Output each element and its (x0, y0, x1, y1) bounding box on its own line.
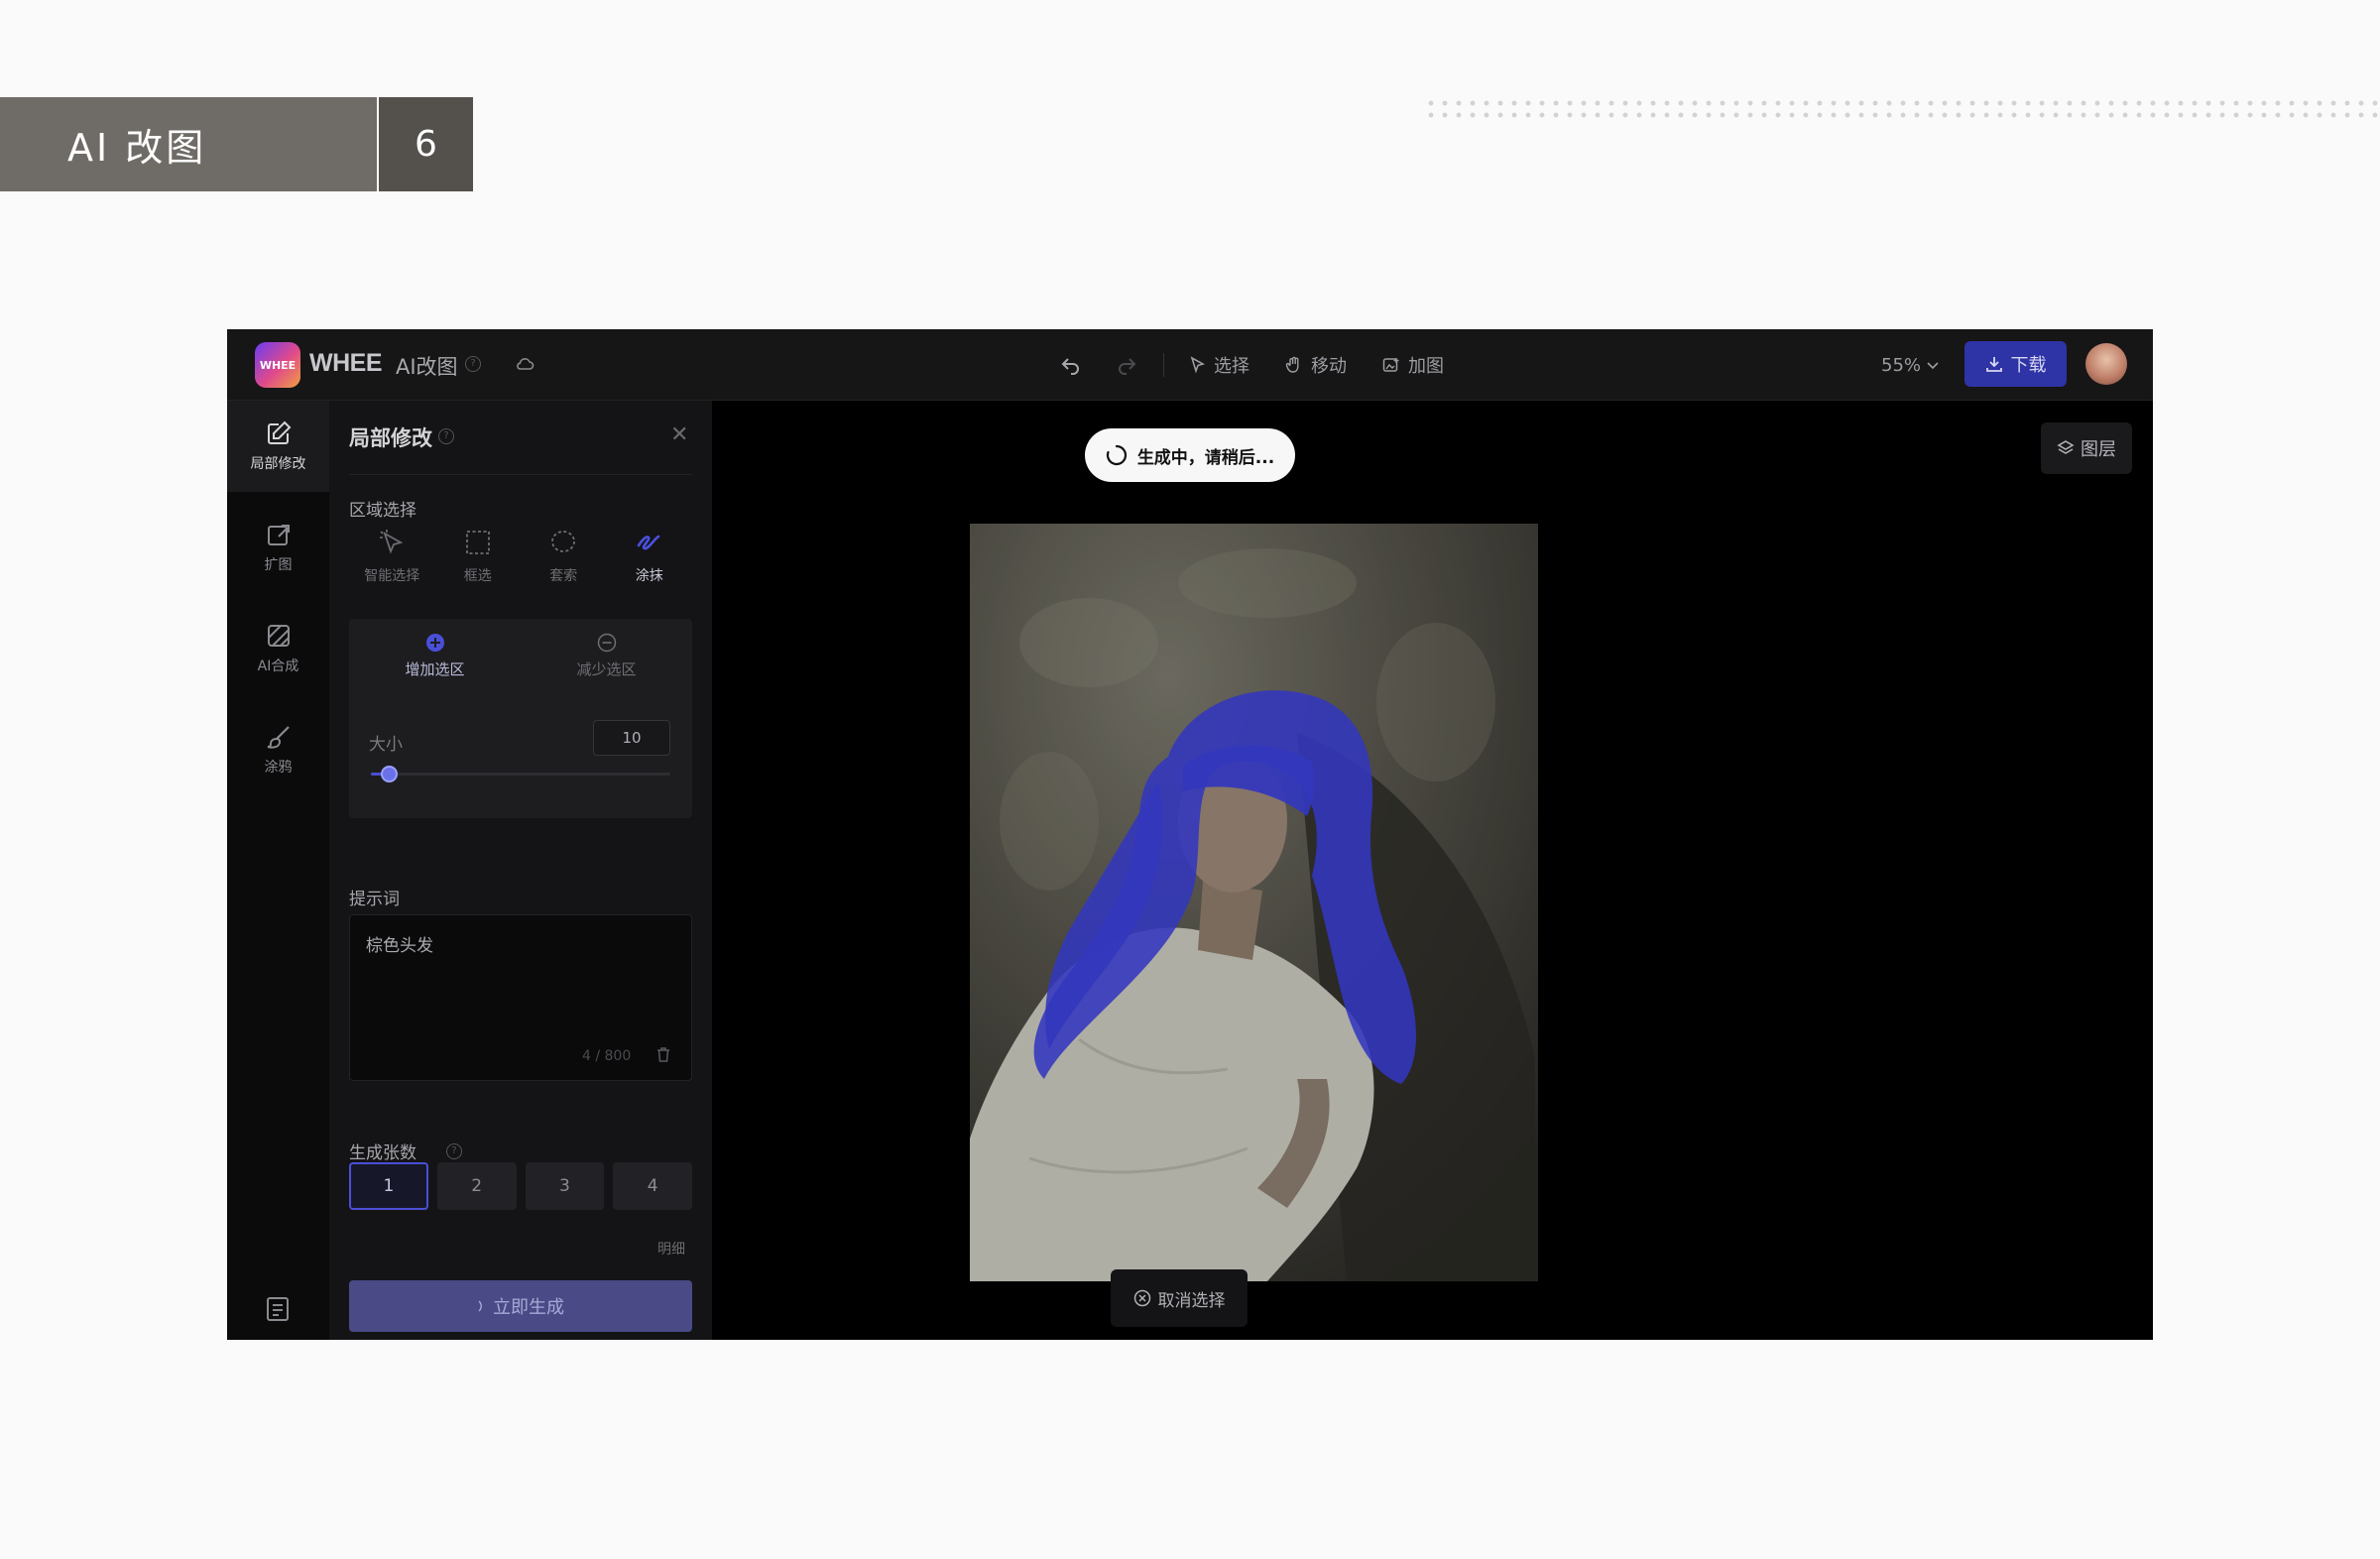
tool-rail: 局部修改 扩图 AI合成 涂鸦 (227, 401, 329, 1340)
top-bar: WHEE WHEE AI改图 ? 选择 移动 加图 55% 下载 (227, 329, 2153, 401)
local-edit-panel: 局部修改 ? ✕ 区域选择 智能选择 框选 套索 涂抹 增加选区 减少选区 大小… (329, 401, 712, 1340)
slide-title-tag: AI 改图 (0, 97, 377, 191)
move-tool-button[interactable]: 移动 (1285, 352, 1347, 378)
count-option[interactable]: 3 (525, 1162, 605, 1210)
slide-page-number: 6 (379, 97, 473, 191)
slider-handle[interactable] (381, 766, 399, 782)
layers-icon (2057, 440, 2075, 454)
tool-paint[interactable]: 涂抹 (607, 528, 693, 593)
loading-spinner-icon (1106, 444, 1127, 466)
reduce-region-button[interactable]: 减少选区 (521, 633, 692, 679)
layers-button[interactable]: 图层 (2041, 422, 2132, 474)
notes-icon[interactable] (265, 1295, 291, 1323)
close-icon[interactable]: ✕ (670, 422, 688, 447)
rail-item-doodle[interactable]: 涂鸦 (227, 704, 329, 795)
toolbar-divider (1163, 353, 1164, 377)
slide-title: AI 改图 (67, 126, 207, 170)
cloud-icon[interactable] (515, 356, 535, 372)
photo-illustration (970, 524, 1538, 1281)
select-tool-button[interactable]: 选择 (1190, 352, 1250, 378)
spark-icon (478, 1300, 482, 1312)
count-option[interactable]: 2 (436, 1162, 517, 1210)
app-logo[interactable]: WHEE (255, 342, 300, 388)
prompt-label: 提示词 (349, 890, 400, 909)
compose-icon (267, 625, 290, 647)
help-icon[interactable]: ? (465, 356, 481, 372)
panel-title: 局部修改 (349, 426, 432, 450)
prompt-text: 棕色头发 (366, 936, 433, 956)
selection-options-box: 增加选区 减少选区 大小 10 (349, 619, 692, 818)
brush-icon (267, 726, 290, 749)
user-avatar[interactable] (2085, 343, 2127, 385)
image-add-icon (1382, 358, 1399, 372)
count-option[interactable]: 1 (349, 1162, 428, 1210)
lasso-icon (551, 531, 576, 552)
decorative-dots (1424, 97, 2380, 119)
edited-photo[interactable] (970, 524, 1538, 1281)
brush-size-slider[interactable] (371, 766, 670, 782)
tool-rect-select[interactable]: 框选 (435, 528, 522, 593)
tool-lasso[interactable]: 套索 (521, 528, 607, 593)
help-icon[interactable]: ? (446, 1143, 462, 1159)
expand-icon (267, 525, 290, 545)
generate-button[interactable]: 立即生成 (349, 1280, 692, 1332)
image-count-selector: 1 2 3 4 (349, 1162, 693, 1210)
detail-link[interactable]: 明细 (657, 1239, 685, 1259)
undo-icon[interactable] (1060, 354, 1082, 376)
selection-tools: 智能选择 框选 套索 涂抹 (349, 528, 692, 593)
brush-size-label: 大小 (369, 735, 403, 755)
canvas-toolbar: 选择 移动 加图 (1060, 329, 1480, 401)
rect-select-icon (465, 531, 490, 554)
chevron-down-icon (1927, 361, 1939, 369)
divider (349, 474, 692, 475)
hand-icon (1285, 356, 1299, 373)
region-select-label: 区域选择 (349, 501, 416, 521)
paint-icon (637, 535, 660, 550)
edit-icon (267, 420, 291, 444)
brush-size-input[interactable]: 10 (593, 720, 670, 756)
rail-item-expand[interactable]: 扩图 (227, 502, 329, 593)
cancel-selection-button[interactable]: 取消选择 (1111, 1269, 1248, 1327)
add-image-button[interactable]: 加图 (1382, 352, 1444, 378)
zoom-dropdown[interactable]: 55% (1881, 355, 1939, 376)
prompt-char-count: 4 / 800 (582, 1048, 632, 1064)
tool-smart-select[interactable]: 智能选择 (349, 528, 435, 593)
close-circle-icon (1133, 1289, 1150, 1307)
rail-item-local-edit[interactable]: 局部修改 (227, 401, 329, 492)
count-label: 生成张数 (349, 1143, 416, 1163)
add-region-button[interactable]: 增加选区 (349, 633, 521, 679)
app-window: WHEE WHEE AI改图 ? 选择 移动 加图 55% 下载 局部修改 扩图… (227, 329, 2153, 1340)
count-option[interactable]: 4 (613, 1162, 693, 1210)
download-icon (1985, 357, 2002, 372)
rail-item-ai-compose[interactable]: AI合成 (227, 603, 329, 694)
canvas-area: 生成中，请稍后... 图层 取消选择 (712, 401, 2153, 1340)
brand-name: WHEE (309, 349, 383, 377)
cursor-icon (1190, 356, 1206, 374)
generating-toast: 生成中，请稍后... (1085, 428, 1295, 482)
prompt-textarea[interactable]: 棕色头发 4 / 800 (349, 914, 692, 1081)
help-icon[interactable]: ? (438, 428, 454, 444)
product-name: AI改图 (396, 355, 458, 379)
trash-icon[interactable] (655, 1046, 671, 1063)
plus-circle-icon (425, 634, 444, 652)
minus-circle-icon (597, 633, 616, 653)
download-button[interactable]: 下载 (1964, 341, 2067, 387)
smart-select-icon (380, 530, 404, 554)
redo-icon[interactable] (1116, 354, 1137, 376)
